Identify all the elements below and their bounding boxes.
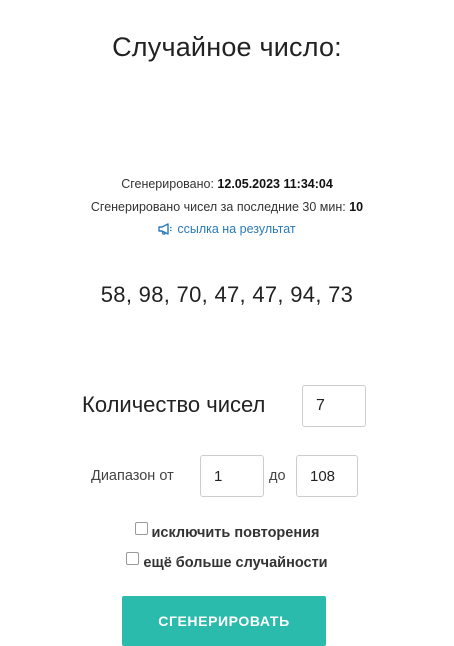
megaphone-icon [158,223,173,238]
generated-label: Сгенерировано: [121,177,214,191]
no-repeat-label[interactable]: исключить повторения [152,525,320,541]
count-input[interactable] [302,385,366,427]
generated-count-label: Сгенерировано чисел за последние 30 мин: [90,200,346,214]
result-link-row: ссылка на результат [0,222,454,238]
result-link[interactable]: ссылка на результат [158,222,296,238]
generated-timestamp: 12.05.2023 11:34:04 [217,177,333,191]
more-random-label[interactable]: ещё больше случайности [143,555,327,571]
range-from-input[interactable] [200,455,264,497]
no-repeat-option[interactable]: исключить повторения [0,522,454,541]
range-from-label: Диапазон от [91,468,174,484]
no-repeat-checkbox[interactable] [134,522,148,535]
generate-button[interactable]: СГЕНЕРИРОВАТЬ [122,596,326,646]
generated-count-value: 10 [349,200,364,214]
random-numbers-result: 58, 98, 70, 47, 47, 94, 73 [100,282,354,307]
generated-count-line: Сгенерировано чисел за последние 30 мин:… [0,200,454,214]
more-random-option[interactable]: ещё больше случайности [0,552,454,571]
count-row: Количество чисел [0,385,454,427]
range-to-label: до [269,468,286,484]
generated-timestamp-line: Сгенерировано: 12.05.2023 11:34:04 [0,177,454,191]
range-to-input[interactable] [296,455,358,497]
range-row: Диапазон от до [0,455,454,497]
page-title: Случайное число: [112,32,342,62]
more-random-checkbox[interactable] [126,552,140,565]
result-link-label: ссылка на результат [177,222,296,236]
count-label: Количество чисел [82,392,266,417]
